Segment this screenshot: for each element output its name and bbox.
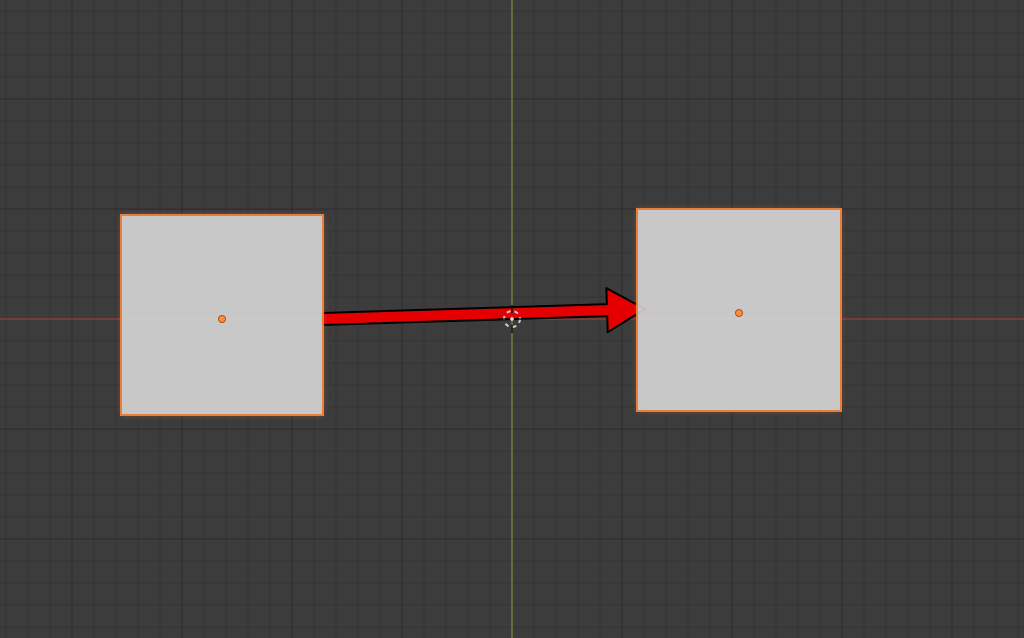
annotation-arrow — [322, 288, 645, 332]
selected-object-square-left[interactable] — [122, 216, 322, 414]
viewport-3d[interactable] — [0, 0, 1024, 638]
selected-object-square-right[interactable] — [638, 210, 840, 410]
object-origin-dot — [218, 315, 226, 323]
cursor-3d-icon — [498, 305, 526, 333]
object-origin-dot — [735, 309, 743, 317]
